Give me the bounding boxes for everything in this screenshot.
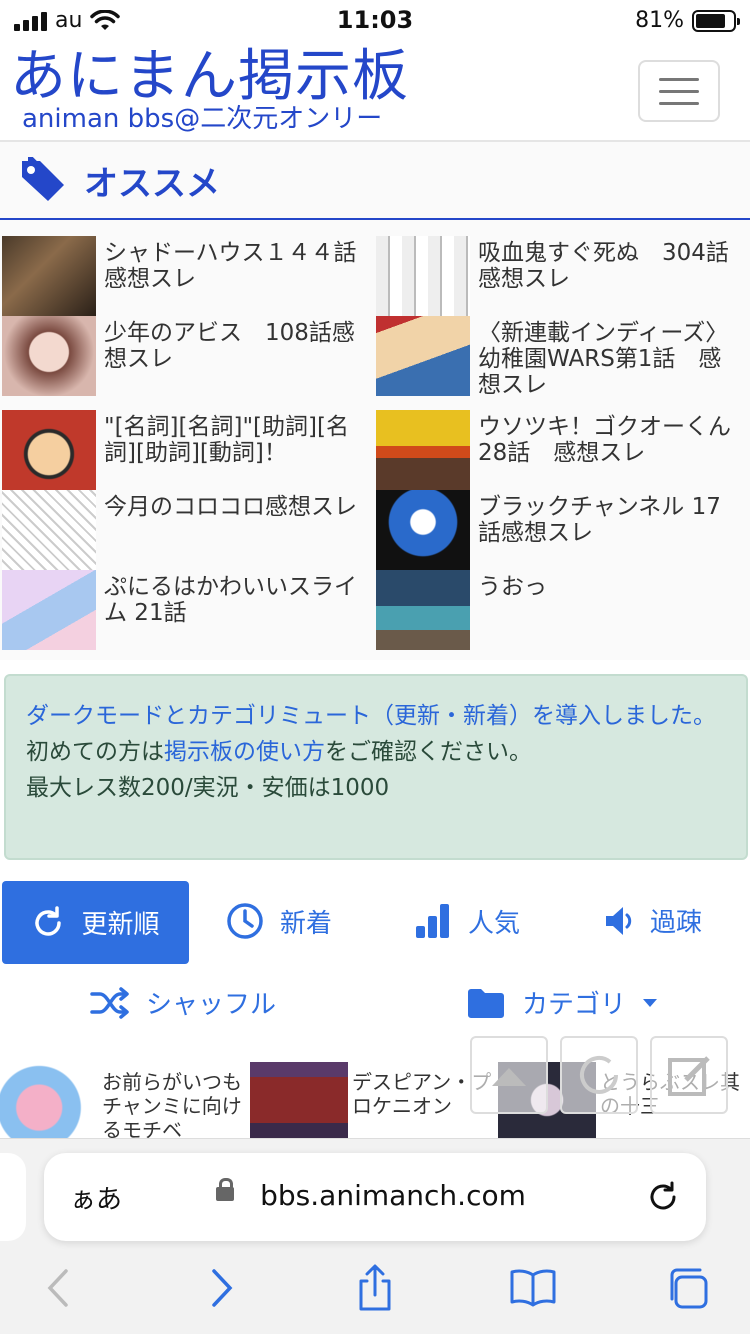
thread-thumbnail	[2, 410, 96, 490]
edit-icon	[668, 1056, 710, 1096]
recommended-item[interactable]: 今月のコロコロ感想スレ	[2, 490, 368, 570]
tab-shuffle[interactable]: シャッフル	[90, 984, 276, 1021]
recommended-title: オススメ	[84, 163, 220, 204]
arrow-up-icon	[492, 1068, 526, 1086]
recommended-item[interactable]: シャドーハウス１４４話感想スレ	[2, 236, 368, 316]
tab-update-order[interactable]: 更新順	[2, 881, 189, 964]
dark-mode-link[interactable]: ダークモードとカテゴリミュート（更新・新着）を導入しました。	[26, 703, 716, 729]
thread-title: お前らがいつもチャンミに向けるモチベ	[102, 1070, 242, 1138]
thread-title: ブラックチャンネル 17話感想スレ	[478, 494, 721, 546]
recommended-item[interactable]: 〈新連載インディーズ〉幼稚園WARS第1話 感想スレ	[376, 316, 742, 398]
clock-icon	[227, 903, 263, 939]
thread-thumbnail	[2, 236, 96, 316]
caret-down-icon	[643, 998, 658, 1007]
share-icon[interactable]	[350, 1263, 400, 1313]
sort-tabs: 更新順 新着 人気 過疎 シャッフル カテゴリ	[0, 880, 750, 1050]
notice-box: ダークモードとカテゴリミュート（更新・新着）を導入しました。 初めての方は掲示板…	[4, 674, 748, 860]
site-header: あにまん掲示板 animan bbs@二次元オンリー	[0, 40, 750, 140]
tab-new[interactable]: 新着	[226, 902, 332, 940]
notice-text: 初めての方は	[26, 739, 164, 765]
browser-toolbar: ぁあ bbs.animanch.com	[0, 1138, 750, 1334]
logo-subtitle: animan bbs@二次元オンリー	[22, 104, 383, 134]
recommended-item[interactable]: 吸血鬼すぐ死ぬ 304話感想スレ	[376, 236, 742, 316]
recommended-item[interactable]: ウソツキ！ゴクオーくん28話 感想スレ	[376, 410, 742, 490]
recommended-item[interactable]: "[名詞][名詞]"[助詞][名詞][助詞][動詞]！	[2, 410, 368, 490]
new-thread-button[interactable]	[650, 1036, 728, 1114]
tab-label: 過疎	[650, 908, 703, 938]
notice-line-guide: 初めての方は掲示板の使い方をご確認ください。	[26, 734, 726, 770]
tag-icon	[22, 157, 64, 201]
thread-thumbnail	[2, 570, 96, 650]
thread-thumbnail	[2, 316, 96, 396]
refresh-icon	[35, 905, 62, 936]
folder-icon	[468, 988, 504, 1018]
address-bar[interactable]: ぁあ bbs.animanch.com	[44, 1153, 706, 1241]
thread-thumbnail	[376, 410, 470, 490]
reload-icon[interactable]	[646, 1180, 680, 1214]
tab-label: シャッフル	[146, 990, 277, 1020]
speaker-icon	[606, 906, 632, 935]
thread-thumbnail	[376, 316, 470, 396]
bookmarks-icon[interactable]	[508, 1263, 558, 1313]
shuffle-icon	[90, 986, 129, 1019]
recommended-item[interactable]: ぷにるはかわいいスライム 21話	[2, 570, 368, 650]
thread-title: 今月のコロコロ感想スレ	[104, 494, 357, 520]
thread-thumbnail	[376, 236, 470, 316]
recommended-header: オススメ	[0, 142, 750, 220]
thread-title: シャドーハウス１４４話感想スレ	[104, 240, 357, 292]
recommended-item[interactable]: うおっ	[376, 570, 742, 650]
hamburger-menu-button[interactable]	[638, 60, 720, 122]
tab-label: 人気	[468, 908, 521, 939]
thread-thumbnail	[2, 490, 96, 570]
tab-sparse[interactable]: 過疎	[604, 902, 702, 939]
recommended-item[interactable]: ブラックチャンネル 17話感想スレ	[376, 490, 742, 570]
notice-line-dark-mode[interactable]: ダークモードとカテゴリミュート（更新・新着）を導入しました。	[26, 698, 726, 734]
battery-percent: 81%	[635, 8, 684, 33]
thread-thumbnail	[0, 1062, 98, 1138]
status-bar: au 11:03 81%	[0, 0, 750, 40]
logo-title: あにまん掲示板	[10, 44, 409, 109]
thread-title: うおっ	[478, 574, 547, 600]
thread-item[interactable]: デスピアン・プロケニオン	[250, 1062, 492, 1138]
category-dropdown[interactable]: カテゴリ	[466, 984, 658, 1021]
url-text: bbs.animanch.com	[260, 1179, 526, 1212]
site-logo[interactable]: あにまん掲示板 animan bbs@二次元オンリー	[10, 44, 409, 132]
notice-text: をご確認ください。	[325, 739, 532, 765]
refresh-icon	[580, 1056, 618, 1094]
tab-label: カテゴリ	[522, 990, 627, 1020]
forward-icon[interactable]	[196, 1263, 246, 1313]
thread-thumbnail	[376, 490, 470, 570]
thread-item[interactable]: お前らがいつもチャンミに向けるモチベ	[0, 1062, 242, 1138]
thread-title: 吸血鬼すぐ死ぬ 304話感想スレ	[478, 240, 729, 292]
thread-title: ウソツキ！ゴクオーくん28話 感想スレ	[478, 414, 731, 466]
thread-title: ぷにるはかわいいスライム 21話	[104, 574, 357, 626]
notice-line-limits: 最大レス数200/実況・安価は1000	[26, 775, 390, 801]
tabs-icon[interactable]	[664, 1263, 714, 1313]
thread-thumbnail	[250, 1062, 348, 1138]
thread-title: 〈新連載インディーズ〉幼稚園WARS第1話 感想スレ	[478, 320, 729, 398]
tab-label: 更新順	[81, 910, 160, 940]
reload-button[interactable]	[560, 1036, 638, 1114]
thread-thumbnail	[376, 570, 470, 650]
guide-link[interactable]: 掲示板の使い方	[164, 739, 325, 765]
battery-icon	[692, 9, 740, 32]
bar-chart-icon	[416, 904, 449, 938]
tab-popular[interactable]: 人気	[414, 902, 520, 940]
thread-title: 少年のアビス 108話感想スレ	[104, 320, 355, 372]
thread-title: "[名詞][名詞]"[助詞][名詞][助詞][動詞]！	[104, 414, 349, 466]
tab-label: 新着	[280, 908, 333, 939]
previous-tab-card[interactable]	[0, 1153, 26, 1241]
recommended-item[interactable]: 少年のアビス 108話感想スレ	[2, 316, 368, 396]
scroll-top-button[interactable]	[470, 1036, 548, 1114]
recommended-section: オススメ シャドーハウス１４４話感想スレ 吸血鬼すぐ死ぬ 304話感想スレ 少年…	[0, 140, 750, 660]
back-icon[interactable]	[34, 1263, 84, 1313]
